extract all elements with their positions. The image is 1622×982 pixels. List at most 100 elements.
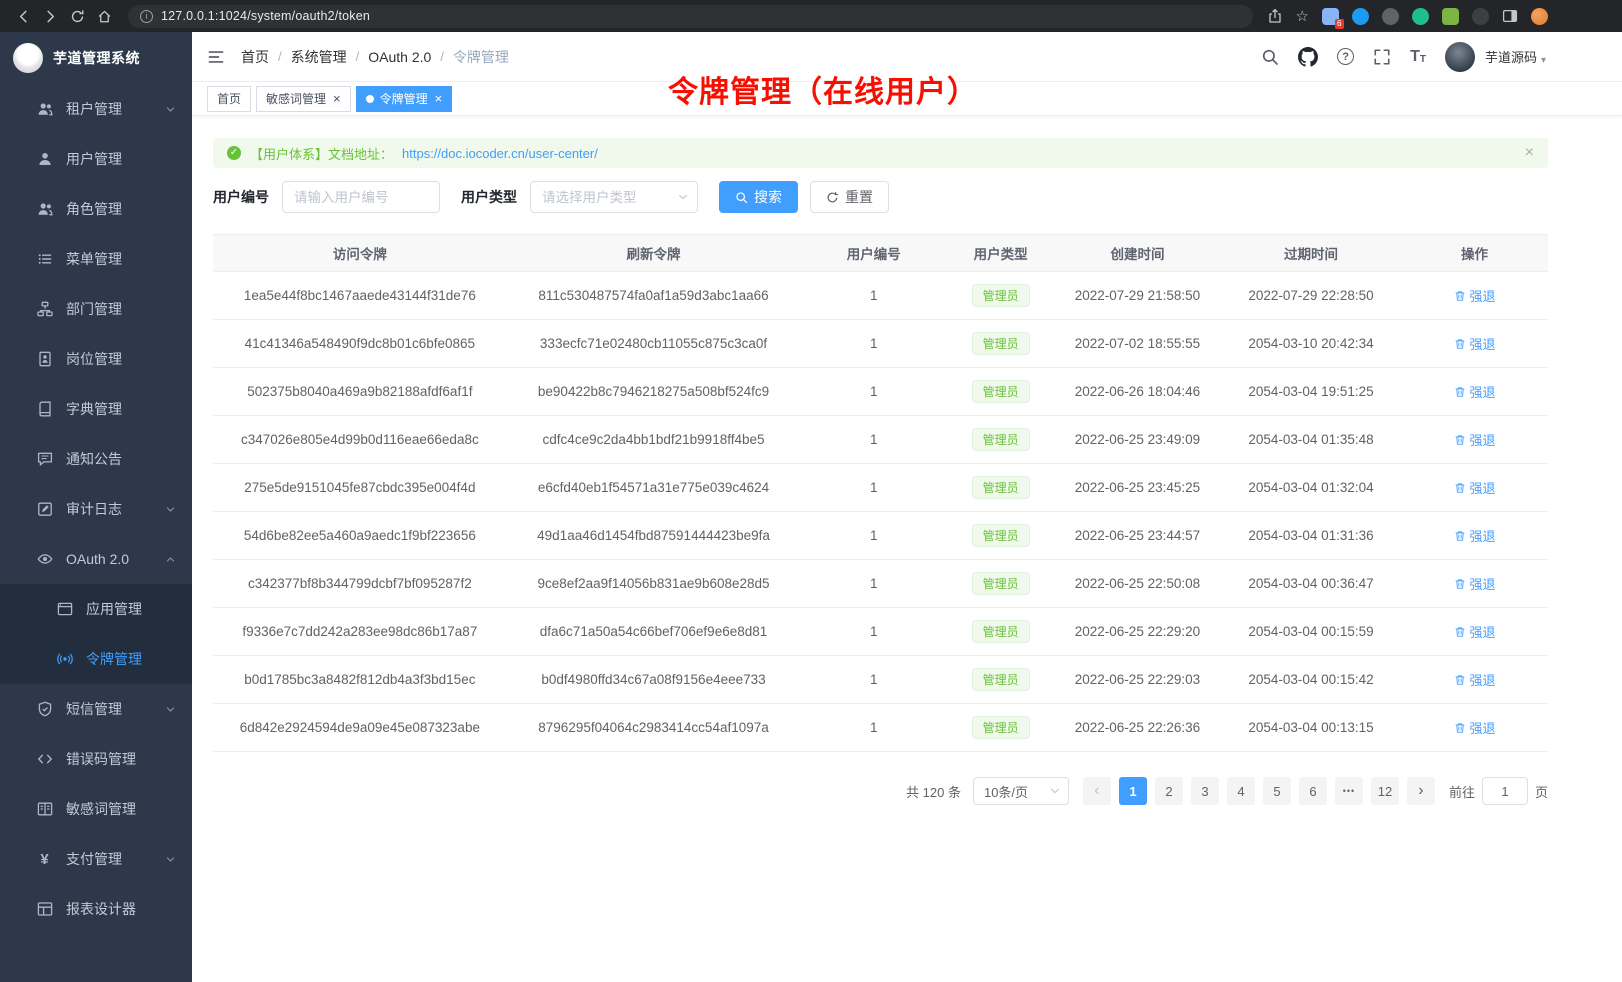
page-button-5[interactable]: 5 — [1263, 777, 1291, 805]
caret-down-icon: ▾ — [1541, 55, 1546, 66]
url-bar[interactable]: i 127.0.0.1:1024/system/oauth2/token — [128, 5, 1253, 28]
page-size-value: 10条/页 — [984, 782, 1028, 801]
tab-token-manage[interactable]: 令牌管理 × — [356, 86, 453, 112]
sidebar-item-dept[interactable]: 部门管理 — [0, 284, 192, 334]
user-type-tag: 管理员 — [972, 716, 1030, 739]
alert-close-icon[interactable]: × — [1525, 145, 1534, 161]
tab-sensitive-word[interactable]: 敏感词管理 × — [256, 86, 351, 112]
sidebar-item-menu[interactable]: 菜单管理 — [0, 234, 192, 284]
user-id-cell: 1 — [800, 608, 947, 656]
force-logout-button[interactable]: 强退 — [1454, 718, 1496, 737]
sidebar-item-sensitive-word[interactable]: 敏感词管理 — [0, 784, 192, 834]
sidebar-item-report-designer[interactable]: 报表设计器 — [0, 884, 192, 934]
sidebar-item-token-manage[interactable]: 令牌管理 — [0, 634, 192, 684]
user-id-input[interactable] — [282, 181, 440, 213]
close-icon[interactable]: × — [333, 92, 341, 105]
extension-icon-3[interactable] — [1382, 8, 1399, 25]
bookmark-star-icon[interactable]: ☆ — [1296, 9, 1309, 24]
forward-icon[interactable] — [37, 3, 64, 29]
tab-home[interactable]: 首页 — [207, 86, 251, 112]
expire-time-cell: 2054-03-04 01:31:36 — [1221, 512, 1401, 560]
sidebar-item-oauth[interactable]: OAuth 2.0 — [0, 534, 192, 584]
force-logout-button[interactable]: 强退 — [1454, 574, 1496, 593]
search-icon[interactable] — [1261, 48, 1279, 66]
table-row: 41c41346a548490f9dc8b01c6bfe0865 333ecfc… — [213, 320, 1548, 368]
sidebar-item-sms[interactable]: 短信管理 — [0, 684, 192, 734]
alert-text: 【用户体系】文档地址： — [250, 144, 393, 163]
oauth-icon — [36, 551, 53, 567]
force-logout-button[interactable]: 强退 — [1454, 382, 1496, 401]
page-size-select[interactable]: 10条/页 — [973, 777, 1069, 805]
sidebar-item-dict[interactable]: 字典管理 — [0, 384, 192, 434]
sidebar-item-post[interactable]: 岗位管理 — [0, 334, 192, 384]
fullscreen-icon[interactable] — [1373, 48, 1391, 66]
edit-log-icon — [36, 501, 53, 517]
sidebar-item-error-code[interactable]: 错误码管理 — [0, 734, 192, 784]
search-button[interactable]: 搜索 — [719, 181, 798, 213]
role-icon — [36, 201, 53, 217]
breadcrumb-oauth[interactable]: OAuth 2.0 — [368, 49, 431, 65]
font-size-icon[interactable]: TT — [1410, 49, 1426, 65]
extension-icon-2[interactable] — [1352, 8, 1369, 25]
app-logo[interactable]: 芋道管理系统 — [0, 32, 192, 84]
back-icon[interactable] — [10, 3, 37, 29]
user-type-cell: 管理员 — [947, 272, 1054, 320]
sidebar-item-app-manage[interactable]: 应用管理 — [0, 584, 192, 634]
github-icon[interactable] — [1298, 47, 1318, 67]
page-button-2[interactable]: 2 — [1155, 777, 1183, 805]
help-icon[interactable]: ? — [1337, 48, 1354, 65]
user-type-select-wrap — [530, 181, 698, 213]
user-id-cell: 1 — [800, 464, 947, 512]
expire-time-cell: 2054-03-04 19:51:25 — [1221, 368, 1401, 416]
force-logout-button[interactable]: 强退 — [1454, 286, 1496, 305]
page-button-4[interactable]: 4 — [1227, 777, 1255, 805]
extension-icon-5[interactable] — [1442, 8, 1459, 25]
sidebar-item-payment[interactable]: ¥ 支付管理 — [0, 834, 192, 884]
sidebar-item-user[interactable]: 用户管理 — [0, 134, 192, 184]
user-type-select[interactable] — [530, 181, 698, 213]
browser-profile-avatar[interactable] — [1531, 8, 1548, 25]
close-icon[interactable]: × — [435, 92, 443, 105]
force-logout-button[interactable]: 强退 — [1454, 670, 1496, 689]
sidebar-item-role[interactable]: 角色管理 — [0, 184, 192, 234]
alert-doc-link[interactable]: https://doc.iocoder.cn/user-center/ — [402, 146, 598, 161]
goto-page-input[interactable] — [1482, 777, 1528, 805]
yen-icon: ¥ — [36, 851, 53, 868]
prev-page-button[interactable]: ‹ — [1083, 777, 1111, 805]
extension-icon-4[interactable] — [1412, 8, 1429, 25]
expire-time-cell: 2054-03-10 20:42:34 — [1221, 320, 1401, 368]
force-logout-button[interactable]: 强退 — [1454, 430, 1496, 449]
force-logout-button[interactable]: 强退 — [1454, 622, 1496, 641]
breadcrumb-system[interactable]: 系统管理 — [291, 47, 347, 67]
next-page-button[interactable]: › — [1407, 777, 1435, 805]
page-button-3[interactable]: 3 — [1191, 777, 1219, 805]
sidebar-item-audit-log[interactable]: 审计日志 — [0, 484, 192, 534]
page-button-12[interactable]: 12 — [1371, 777, 1399, 805]
page-more-button[interactable]: ••• — [1335, 777, 1363, 805]
share-icon[interactable] — [1267, 8, 1283, 24]
sidebar-item-tenant[interactable]: 租户管理 — [0, 84, 192, 134]
reset-button[interactable]: 重置 — [810, 181, 889, 213]
user-name: 芋道源码 — [1485, 47, 1537, 66]
page-button-6[interactable]: 6 — [1299, 777, 1327, 805]
force-logout-button[interactable]: 强退 — [1454, 334, 1496, 353]
user-menu[interactable]: 芋道源码 ▾ — [1485, 47, 1546, 66]
site-info-icon[interactable]: i — [140, 10, 153, 23]
extension-icon-1[interactable]: 6 — [1322, 8, 1339, 25]
sidebar-item-notice[interactable]: 通知公告 — [0, 434, 192, 484]
page-button-1[interactable]: 1 — [1119, 777, 1147, 805]
create-time-cell: 2022-07-29 21:58:50 — [1054, 272, 1221, 320]
extension-icon-6[interactable] — [1472, 8, 1489, 25]
user-type-tag: 管理员 — [972, 620, 1030, 643]
breadcrumb-home[interactable]: 首页 — [241, 47, 269, 67]
side-panel-icon[interactable] — [1502, 8, 1518, 24]
menu-list-icon — [36, 251, 53, 267]
delete-icon — [1454, 386, 1466, 398]
reload-icon[interactable] — [64, 3, 91, 29]
user-avatar[interactable] — [1445, 42, 1475, 72]
hamburger-icon[interactable] — [207, 48, 225, 66]
home-icon[interactable] — [91, 3, 118, 29]
force-logout-button[interactable]: 强退 — [1454, 526, 1496, 545]
force-logout-button[interactable]: 强退 — [1454, 478, 1496, 497]
refresh-token-cell: 9ce8ef2aa9f14056b831ae9b608e28d5 — [507, 560, 801, 608]
